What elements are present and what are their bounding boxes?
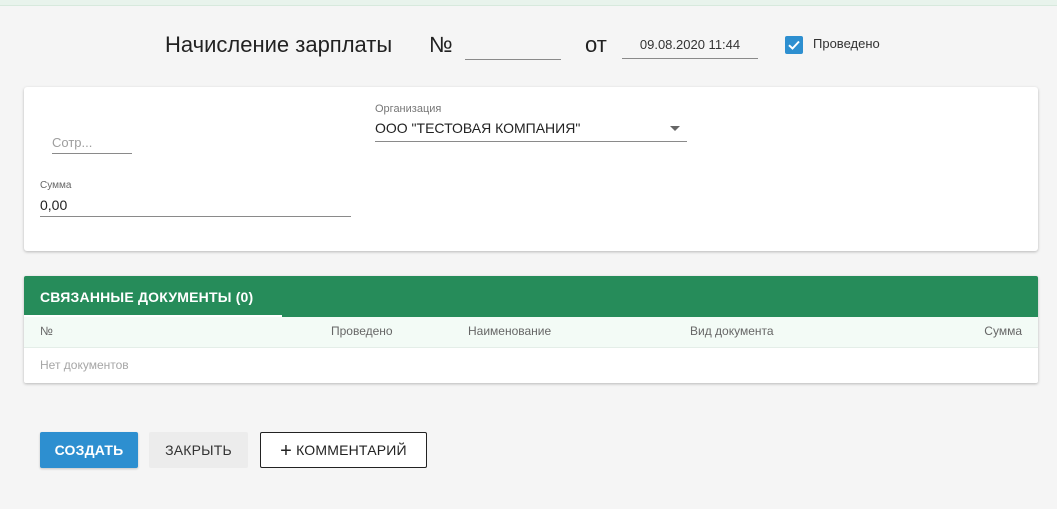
close-button[interactable]: ЗАКРЫТЬ (149, 432, 248, 468)
document-date-input[interactable] (622, 30, 758, 59)
column-header-document-type[interactable]: Вид документа (690, 324, 774, 338)
add-comment-label: КОММЕНТАРИЙ (296, 442, 407, 458)
add-comment-button[interactable]: + КОММЕНТАРИЙ (260, 432, 427, 468)
tab-related-documents-label: СВЯЗАННЫЕ ДОКУМЕНТЫ (0) (40, 289, 254, 305)
sum-label: Сумма (40, 180, 72, 191)
posted-checkbox[interactable] (785, 36, 803, 54)
related-tabbar: СВЯЗАННЫЕ ДОКУМЕНТЫ (0) (24, 276, 1038, 317)
date-from-label: от (585, 32, 607, 57)
column-header-sum[interactable]: Сумма (984, 324, 1022, 338)
column-header-number[interactable]: № (40, 324, 53, 338)
create-button[interactable]: СОЗДАТЬ (40, 432, 138, 468)
related-table-header: № Проведено Наименование Вид документа С… (24, 317, 1038, 348)
sum-input[interactable] (40, 194, 351, 217)
organization-label: Организация (375, 103, 442, 115)
checkmark-icon (788, 40, 800, 50)
plus-icon: + (280, 440, 293, 462)
page-title: Начисление зарплаты (165, 32, 393, 57)
top-divider (0, 0, 1057, 6)
number-sign: № (429, 32, 453, 57)
tab-related-documents[interactable]: СВЯЗАННЫЕ ДОКУМЕНТЫ (0) (24, 276, 282, 317)
column-header-posted[interactable]: Проведено (331, 324, 393, 338)
related-documents-panel: СВЯЗАННЫЕ ДОКУМЕНТЫ (0) № Проведено Наим… (24, 276, 1038, 383)
column-header-name[interactable]: Наименование (468, 324, 551, 338)
document-header: Начисление зарплаты № от Проведено (0, 26, 1057, 66)
posted-label: Проведено (813, 36, 880, 51)
document-number-input[interactable] (465, 34, 561, 60)
dropdown-caret-icon (670, 126, 680, 131)
empty-documents-text: Нет документов (40, 358, 129, 372)
organization-select[interactable]: ООО "ТЕСТОВАЯ КОМПАНИЯ" (375, 116, 687, 142)
document-form-card: Организация ООО "ТЕСТОВАЯ КОМПАНИЯ" Сумм… (24, 87, 1038, 251)
organization-value: ООО "ТЕСТОВАЯ КОМПАНИЯ" (375, 120, 581, 136)
employee-input[interactable] (52, 131, 132, 154)
